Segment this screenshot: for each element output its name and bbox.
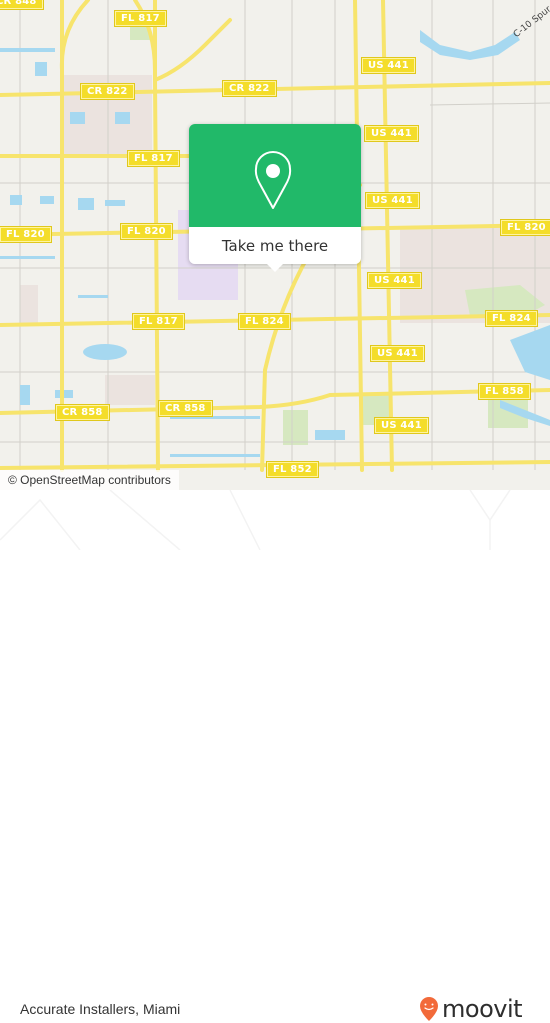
urban-area (20, 285, 38, 325)
road-label: FL 824 (485, 310, 538, 327)
place-name: Accurate Installers, Miami (20, 1001, 181, 1017)
moovit-logo[interactable]: moovit (418, 995, 523, 1023)
road-label: US 441 (365, 192, 420, 209)
road-label: US 441 (374, 417, 429, 434)
road-label: FL 817 (114, 10, 167, 27)
road-label: FL 820 (120, 223, 173, 240)
take-me-there-label: Take me there (221, 236, 329, 255)
road-label: US 441 (361, 57, 416, 74)
popup-pointer (267, 264, 283, 272)
urban-area (105, 375, 155, 405)
road-label: FL 817 (132, 313, 185, 330)
road-label: CR 822 (222, 80, 277, 97)
road-label: CR 848 (0, 0, 44, 10)
road-label: FL 824 (238, 313, 291, 330)
footer-bar: Accurate Installers, Miami moovit (0, 490, 550, 1023)
road-label: FL 852 (266, 461, 319, 478)
road-label: CR 822 (80, 83, 135, 100)
road-label: FL 817 (127, 150, 180, 167)
road-label: CR 858 (55, 404, 110, 421)
road-label: FL 820 (500, 219, 550, 236)
road-label: US 441 (367, 272, 422, 289)
take-me-there-popup[interactable]: Take me there (189, 124, 361, 272)
road-label: FL 858 (478, 383, 531, 400)
footer-pattern (0, 490, 511, 550)
park-area (283, 410, 308, 445)
popup-header (189, 124, 361, 227)
map-attribution[interactable]: © OpenStreetMap contributors (0, 470, 179, 490)
road-label: US 441 (364, 125, 419, 142)
road-label: FL 820 (0, 226, 52, 243)
map-pin-icon (254, 151, 292, 209)
road-label: US 441 (370, 345, 425, 362)
moovit-wordmark: moovit (442, 995, 523, 1023)
moovit-pin-icon (420, 997, 438, 1021)
map-view[interactable]: CR 848 FL 817 CR 822 CR 822 US 441 US 44… (0, 0, 550, 490)
road-label: CR 858 (158, 400, 213, 417)
take-me-there-button[interactable]: Take me there (189, 227, 361, 264)
